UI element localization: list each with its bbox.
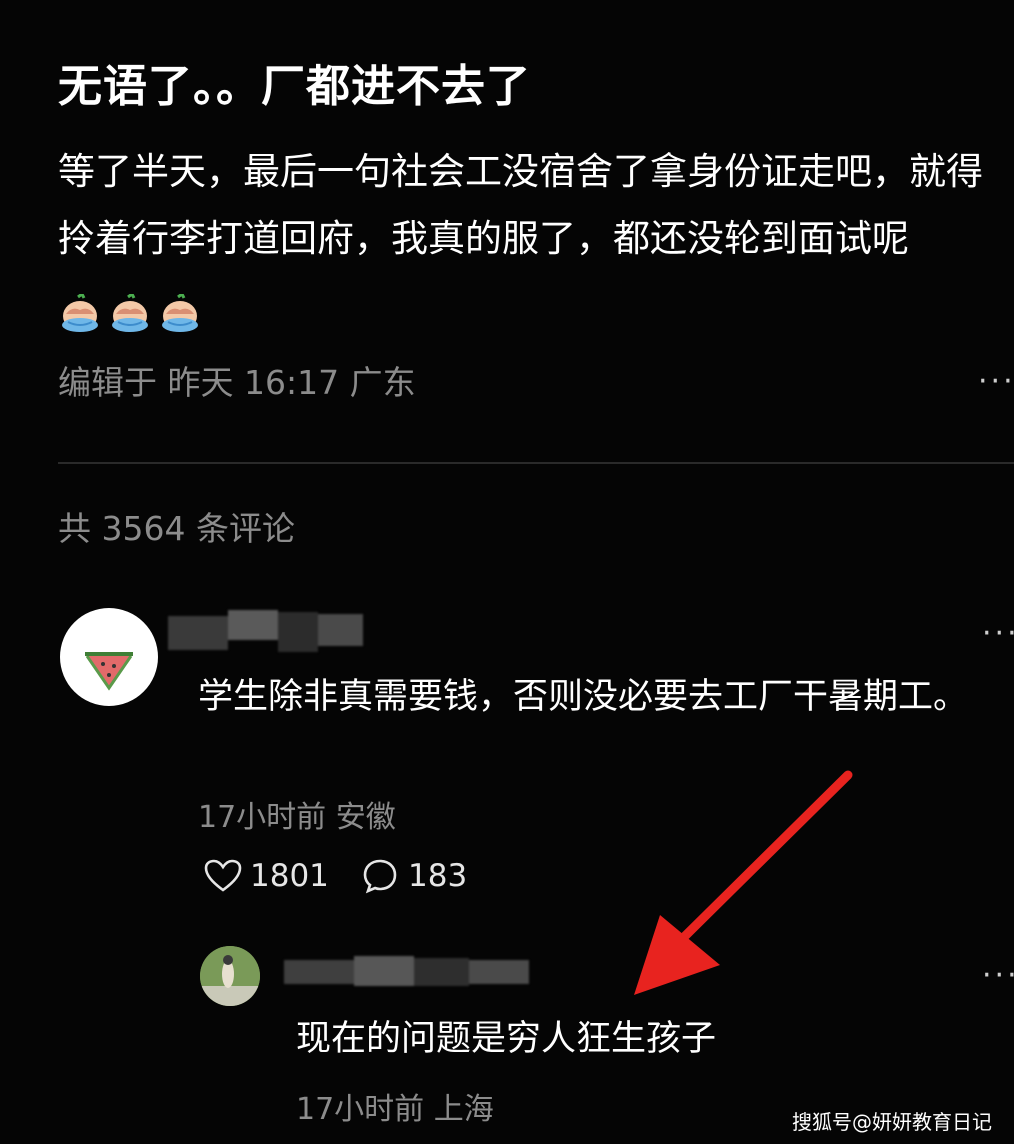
avatar[interactable] — [60, 608, 158, 706]
comment-count: 共 3564 条评论 — [58, 509, 295, 548]
watermark: 搜狐号@妍妍教育日记 — [792, 1110, 992, 1134]
heart-icon — [204, 859, 242, 892]
reply-more-icon[interactable]: ··· — [982, 958, 1014, 993]
reply-location: 上海 — [433, 1092, 494, 1127]
post-location: 广东 — [349, 363, 416, 402]
edited-time: 昨天 16:17 — [167, 363, 340, 402]
watermelon-icon — [85, 652, 133, 691]
crying-face-icon — [62, 293, 98, 332]
reply-text: 现在的问题是穷人狂生孩子 — [296, 1019, 717, 1059]
like-count: 1801 — [250, 858, 329, 894]
reply-name-redacted — [284, 954, 534, 990]
comment-meta: 17小时前 安徽 — [198, 792, 396, 836]
post-meta: 编辑于 昨天 16:17 广东 — [58, 356, 416, 404]
annotation-arrow — [634, 770, 853, 995]
reply-button[interactable]: 183 — [362, 858, 467, 894]
comment-time: 17小时前 — [198, 800, 327, 835]
comment-more-icon[interactable]: ··· — [982, 616, 1014, 651]
like-button[interactable]: 1801 — [204, 858, 329, 894]
crying-face-icon — [162, 293, 198, 332]
reply-avatar[interactable] — [200, 946, 260, 1006]
commenter-name-redacted — [168, 610, 368, 654]
post-more-icon[interactable]: ··· — [978, 364, 1014, 399]
edited-label: 编辑于 — [58, 363, 157, 402]
comment-location: 安徽 — [335, 800, 396, 835]
divider — [58, 462, 1014, 464]
comment-text: 学生除非真需要钱，否则没必要去工厂干暑期工。 — [198, 677, 969, 717]
reply-count: 183 — [408, 858, 468, 894]
reply-time: 17小时前 — [296, 1092, 425, 1127]
crying-face-icon — [112, 293, 148, 332]
post-body: 等了半天，最后一句社会工没宿舍了拿身份证走吧，就得拎着行李打道回府，我真的服了，… — [58, 138, 1008, 345]
reply-meta: 17小时前 上海 — [296, 1084, 494, 1128]
post-title: 无语了。。厂都进不去了 — [58, 61, 531, 112]
post-body-text: 等了半天，最后一句社会工没宿舍了拿身份证走吧，就得拎着行李打道回府，我真的服了，… — [58, 150, 983, 260]
emoji-group — [58, 278, 208, 345]
comment-icon — [363, 859, 397, 894]
